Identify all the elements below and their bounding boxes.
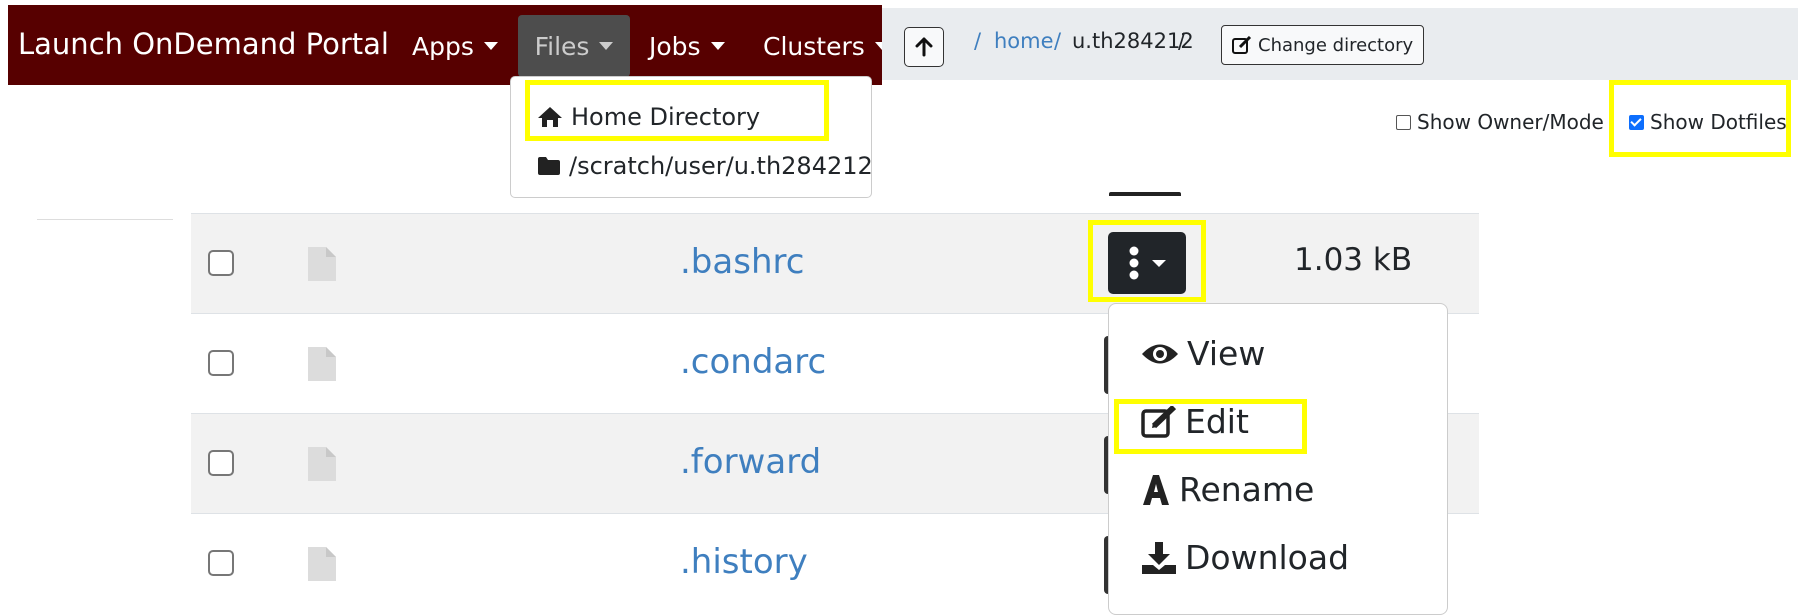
highlight-show-dotfiles (1609, 80, 1791, 157)
show-owner-mode-label: Show Owner/Mode (1417, 110, 1604, 134)
action-label: Rename (1179, 470, 1315, 509)
nav-files-label: Files (534, 31, 590, 61)
file-icon (307, 546, 337, 586)
change-directory-label: Change directory (1258, 34, 1414, 56)
highlight-home-directory (525, 80, 829, 141)
breadcrumb-separator: / (1178, 29, 1186, 53)
change-directory-button[interactable]: Change directory (1221, 25, 1425, 65)
row-checkbox[interactable] (208, 250, 234, 276)
highlight-edit-action (1114, 399, 1307, 454)
action-download[interactable]: Download (1141, 538, 1349, 577)
folder-icon (537, 156, 561, 176)
file-name-link[interactable]: .bashrc (680, 242, 804, 282)
nav-jobs-label: Jobs (649, 31, 701, 61)
font-icon (1141, 474, 1171, 506)
file-icon (307, 246, 337, 286)
show-owner-mode-option[interactable]: Show Owner/Mode (1396, 110, 1604, 134)
nav-files-dropdown[interactable]: Files (518, 15, 630, 77)
show-owner-mode-checkbox[interactable] (1396, 114, 1411, 130)
column-edge (1109, 192, 1181, 196)
caret-down-icon (599, 42, 614, 50)
breadcrumb-home-link[interactable]: home (994, 29, 1054, 53)
edit-icon (1232, 36, 1252, 54)
file-name-link[interactable]: .condarc (680, 342, 826, 382)
file-actions-menu: View Edit Rename Download (1108, 303, 1448, 615)
nav-apps-label: Apps (412, 31, 474, 61)
breadcrumb-current-dir: u.th284212 (1072, 29, 1194, 53)
row-checkbox[interactable] (208, 450, 234, 476)
action-view[interactable]: View (1141, 334, 1265, 373)
parent-directory-button[interactable] (904, 27, 944, 67)
nav-apps-dropdown[interactable]: Apps (412, 15, 498, 77)
action-label: View (1187, 334, 1266, 373)
row-checkbox[interactable] (208, 350, 234, 376)
action-rename[interactable]: Rename (1141, 470, 1314, 509)
eye-icon (1141, 341, 1179, 367)
highlight-actions-button (1088, 220, 1206, 302)
menu-item-scratch[interactable]: /scratch/user/u.th284212 (537, 152, 872, 180)
action-label: Download (1185, 538, 1350, 577)
nav-jobs-dropdown[interactable]: Jobs (649, 15, 725, 77)
caret-down-icon (710, 42, 725, 50)
menu-item-label: /scratch/user/u.th284212 (569, 152, 872, 180)
table-row[interactable]: .bashrc 1.03 kB (191, 213, 1479, 314)
arrow-up-icon (915, 37, 933, 57)
breadcrumb-separator: / (1054, 29, 1062, 53)
breadcrumb-bar: / home / u.th284212 / Change directory (882, 8, 1798, 80)
file-size: 1.03 kB (1294, 242, 1413, 278)
nav-clusters-label: Clusters (763, 31, 865, 61)
row-checkbox[interactable] (208, 550, 234, 576)
caret-down-icon (483, 42, 498, 50)
breadcrumb-separator: / (974, 29, 982, 53)
brand-title[interactable]: Launch OnDemand Portal (18, 27, 389, 61)
file-name-link[interactable]: .history (680, 542, 808, 582)
file-icon (307, 346, 337, 386)
download-icon (1141, 541, 1177, 575)
file-name-link[interactable]: .forward (680, 442, 821, 482)
divider (37, 219, 173, 220)
file-icon (307, 446, 337, 486)
nav-clusters-dropdown[interactable]: Clusters (763, 15, 889, 77)
top-navbar: Launch OnDemand Portal Apps Files Jobs C… (8, 5, 889, 85)
